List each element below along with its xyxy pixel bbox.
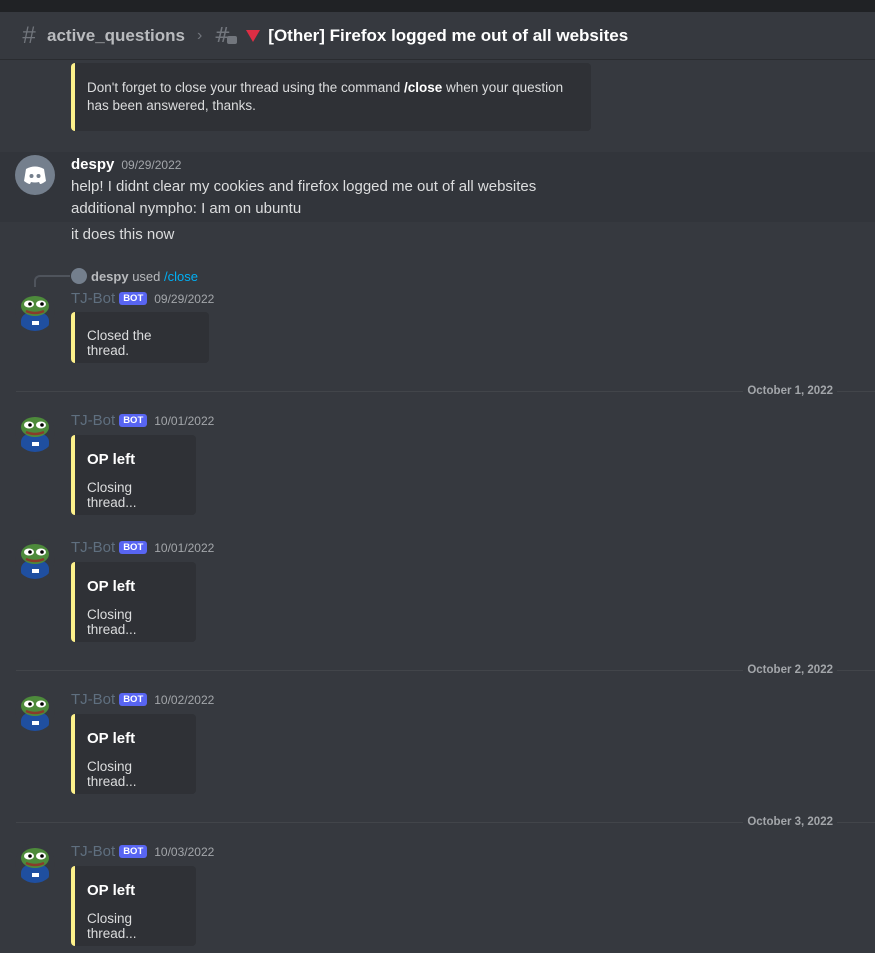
timestamp: 10/01/2022 [154, 414, 215, 428]
bot-badge: BOT [119, 541, 148, 554]
bot-badge: BOT [119, 845, 148, 858]
red-triangle-icon [246, 29, 261, 42]
username[interactable]: despy [71, 156, 114, 173]
breadcrumb-chevron-icon: › [196, 26, 203, 44]
bot-badge: BOT [119, 693, 148, 706]
pepe-frog-icon [21, 848, 49, 883]
command-reply[interactable]: despy used /close [71, 268, 198, 284]
embed-title: OP left [87, 578, 136, 595]
close-command: /close [404, 80, 443, 95]
date-divider-label: October 3, 2022 [743, 816, 837, 828]
embed-description: Closing thread... [87, 480, 137, 510]
message-text: it does this now [71, 226, 175, 243]
message-header: TJ-Bot BOT 10/02/2022 [71, 691, 214, 709]
pepe-frog-icon [21, 696, 49, 731]
embed-description: Closed the thread. [87, 328, 152, 358]
op-left-embed: OP left Closing thread... [71, 562, 196, 642]
message-list: Don't forget to close your thread using … [0, 61, 875, 953]
embed-title: OP left [87, 451, 136, 468]
message-header: despy 09/29/2022 [71, 156, 181, 174]
bot-badge: BOT [119, 292, 148, 305]
close-reminder-text: Don't forget to close your thread using … [87, 80, 564, 113]
timestamp: 09/29/2022 [121, 158, 182, 172]
message-header: TJ-Bot BOT 09/29/2022 [71, 290, 214, 308]
embed-title: OP left [87, 882, 136, 899]
channel-hash-icon: # [22, 21, 36, 49]
username[interactable]: TJ-Bot [71, 290, 115, 307]
reply-avatar [71, 268, 87, 284]
op-left-embed: OP left Closing thread... [71, 714, 196, 794]
pepe-frog-icon [21, 417, 49, 452]
pepe-frog-icon [21, 544, 49, 579]
window-top-bar [0, 0, 875, 12]
avatar[interactable] [15, 291, 55, 331]
op-left-embed: OP left Closing thread... [71, 435, 196, 515]
reply-connector [34, 275, 70, 287]
embed-description: Closing thread... [87, 607, 137, 637]
username[interactable]: TJ-Bot [71, 412, 115, 429]
timestamp: 10/01/2022 [154, 541, 215, 555]
timestamp: 09/29/2022 [154, 292, 215, 306]
avatar[interactable] [15, 843, 55, 883]
timestamp: 10/02/2022 [154, 693, 215, 707]
timestamp: 10/03/2022 [154, 845, 215, 859]
date-divider-label: October 2, 2022 [743, 664, 837, 676]
date-divider: October 3, 2022 [16, 816, 875, 828]
message-text: additional nympho: I am on ubuntu [71, 200, 302, 217]
username[interactable]: TJ-Bot [71, 691, 115, 708]
embed-description: Closing thread... [87, 911, 137, 941]
close-reminder-embed: Don't forget to close your thread using … [71, 63, 591, 131]
avatar[interactable] [15, 539, 55, 579]
channel-name[interactable]: active_questions [47, 26, 185, 46]
date-divider-label: October 1, 2022 [743, 385, 837, 397]
embed-title: OP left [87, 730, 136, 747]
bot-badge: BOT [119, 414, 148, 427]
date-divider: October 1, 2022 [16, 385, 875, 397]
embed-description: Closing thread... [87, 759, 137, 789]
command-link[interactable]: /close [164, 269, 198, 284]
message-header: TJ-Bot BOT 10/03/2022 [71, 843, 214, 861]
op-left-embed: OP left Closing thread... [71, 866, 196, 946]
pepe-frog-icon [21, 296, 49, 331]
avatar[interactable] [15, 155, 55, 195]
username[interactable]: TJ-Bot [71, 539, 115, 556]
avatar[interactable] [15, 691, 55, 731]
thread-title: [Other] Firefox logged me out of all web… [268, 25, 629, 45]
closed-embed: Closed the thread. [71, 312, 209, 363]
message-header: TJ-Bot BOT 10/01/2022 [71, 539, 214, 557]
thread-icon: # [214, 24, 238, 47]
username[interactable]: TJ-Bot [71, 843, 115, 860]
date-divider: October 2, 2022 [16, 664, 875, 676]
message-text: help! I didnt clear my cookies and firef… [71, 178, 537, 195]
discord-logo-icon [24, 166, 46, 184]
message-header: TJ-Bot BOT 10/01/2022 [71, 412, 214, 430]
avatar[interactable] [15, 412, 55, 452]
channel-header: # active_questions › # [Other] Firefox l… [0, 12, 875, 60]
